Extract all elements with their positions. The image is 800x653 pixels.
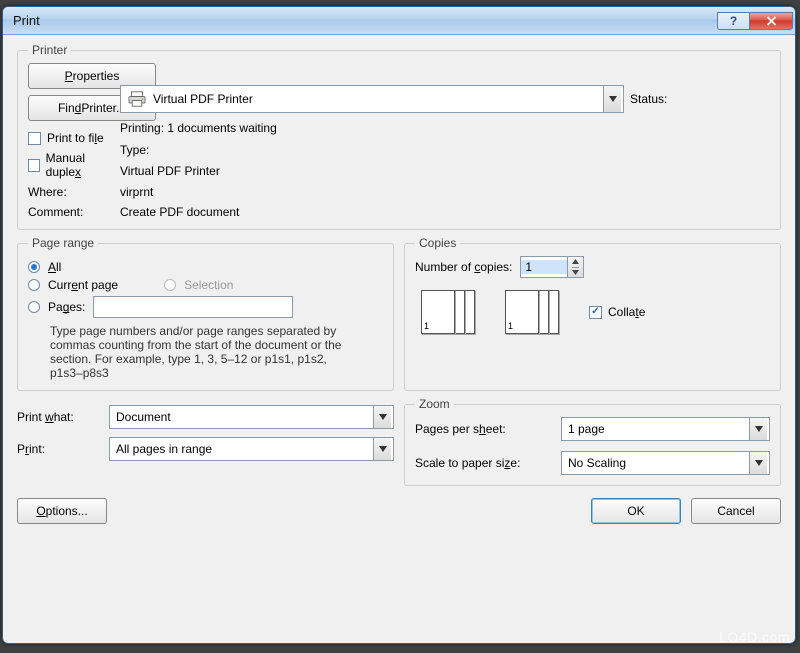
radio-all[interactable]: [28, 261, 40, 273]
scale-value: No Scaling: [568, 456, 626, 470]
spinner-arrows: [567, 257, 583, 277]
close-button[interactable]: [749, 12, 793, 30]
spinner-down[interactable]: [572, 267, 579, 278]
print-to-file-checkbox[interactable]: [28, 132, 41, 145]
print-to-file-label: Print to file: [47, 131, 104, 145]
print-selection-group: Print what: Document Print: All pages in…: [17, 397, 394, 486]
copies-group: Copies Number of copies: 1 3: [404, 236, 781, 391]
printer-icon: [127, 91, 147, 107]
radio-selection-label: Selection: [184, 278, 233, 292]
printer-name-combo[interactable]: Virtual PDF Printer: [120, 85, 624, 113]
print-range-combo[interactable]: All pages in range: [109, 437, 394, 461]
print-what-value: Document: [116, 410, 171, 424]
printer-legend: Printer: [28, 43, 71, 57]
status-label: Status:: [630, 92, 770, 106]
comment-value: Create PDF document: [120, 205, 770, 219]
window-buttons: ?: [717, 12, 793, 30]
chevron-down-icon: [373, 438, 391, 460]
pages-input[interactable]: [93, 296, 293, 318]
close-icon: [766, 16, 777, 26]
print-what-label: Print what:: [17, 410, 103, 424]
spinner-up[interactable]: [572, 257, 579, 267]
chevron-down-icon: [603, 86, 621, 112]
page-range-hint: Type page numbers and/or page ranges sep…: [50, 324, 350, 380]
chevron-down-icon: [749, 418, 767, 440]
radio-pages[interactable]: [28, 301, 40, 313]
type-value: Virtual PDF Printer: [120, 164, 770, 178]
manual-duplex-checkbox[interactable]: [28, 159, 40, 172]
scale-combo[interactable]: No Scaling: [561, 451, 770, 475]
print-what-combo[interactable]: Document: [109, 405, 394, 429]
pages-per-sheet-value: 1 page: [568, 422, 605, 436]
comment-label: Comment:: [28, 205, 114, 219]
type-label: Type:: [120, 143, 624, 157]
print-range-value: All pages in range: [116, 442, 212, 456]
ok-button[interactable]: OK: [591, 498, 681, 524]
zoom-group: Zoom Pages per sheet: 1 page Scale to pa…: [404, 397, 781, 486]
cancel-button[interactable]: Cancel: [691, 498, 781, 524]
where-label: Where:: [28, 185, 114, 199]
copies-spinner[interactable]: 1: [520, 256, 584, 278]
radio-all-label: All: [48, 260, 61, 274]
dialog-footer: Options... OK Cancel: [17, 492, 781, 524]
pages-per-sheet-combo[interactable]: 1 page: [561, 417, 770, 441]
chevron-down-icon: [373, 406, 391, 428]
collate-checkbox[interactable]: [589, 306, 602, 319]
pages-per-sheet-label: Pages per sheet:: [415, 422, 555, 436]
radio-pages-label: Pages:: [48, 300, 85, 314]
status-value: Printing: 1 documents waiting: [120, 121, 770, 135]
help-button[interactable]: ?: [717, 12, 749, 30]
print-label: Print:: [17, 442, 103, 456]
zoom-legend: Zoom: [415, 397, 454, 411]
window-title: Print: [13, 13, 717, 28]
copies-number-label: Number of copies:: [415, 260, 512, 274]
collate-label: Collate: [608, 305, 645, 319]
collate-graphic: 3 2 1 3 2 1: [421, 290, 565, 346]
titlebar: Print ?: [3, 7, 795, 35]
printer-name-value: Virtual PDF Printer: [153, 92, 253, 106]
radio-selection: [164, 279, 176, 291]
page-range-group: Page range All Current page Selection Pa…: [17, 236, 394, 391]
dialog-content: Printer Name: Virtual PDF Printer Proper…: [3, 35, 795, 643]
chevron-down-icon: [749, 452, 767, 474]
where-value: virprnt: [120, 185, 770, 199]
printer-group: Printer Name: Virtual PDF Printer Proper…: [17, 43, 781, 230]
page-range-legend: Page range: [28, 236, 98, 250]
print-dialog: Print ? Printer Name: Virtual: [2, 6, 796, 644]
scale-label: Scale to paper size:: [415, 456, 555, 470]
manual-duplex-label: Manual duplex: [46, 151, 114, 179]
copies-legend: Copies: [415, 236, 460, 250]
copies-value: 1: [521, 260, 567, 274]
name-label: Name:: [120, 64, 624, 78]
options-button[interactable]: Options...: [17, 498, 107, 524]
radio-current-label: Current page: [48, 278, 118, 292]
radio-current-page[interactable]: [28, 279, 40, 291]
